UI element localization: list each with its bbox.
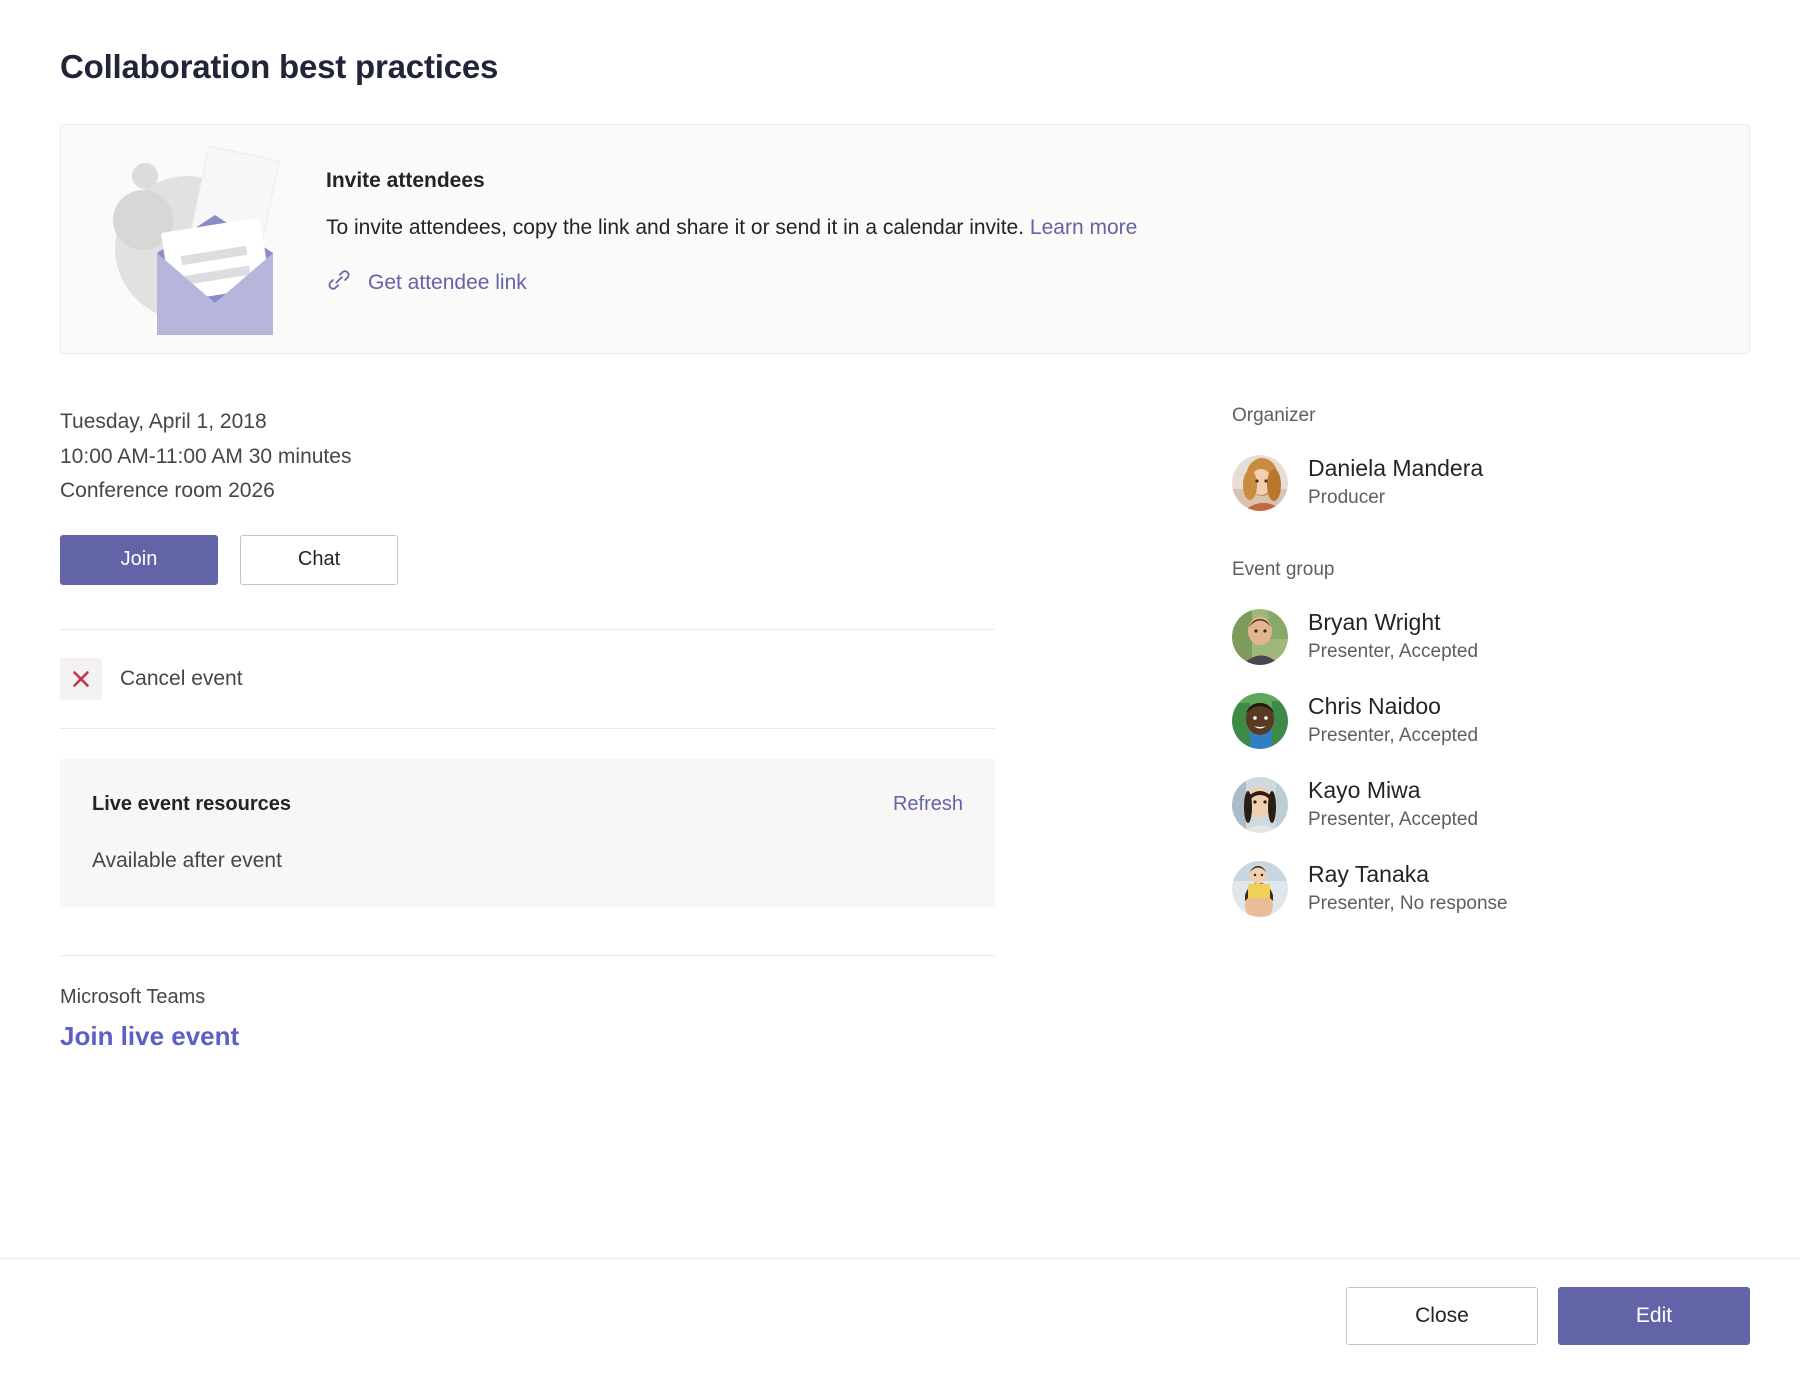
teams-app-name: Microsoft Teams [60, 986, 995, 1009]
member-role: Presenter, No response [1308, 892, 1508, 917]
join-button[interactable]: Join [60, 535, 218, 585]
organizer-section-label: Organizer [1232, 405, 1752, 427]
organizer-text: Daniela Mandera Producer [1308, 456, 1483, 510]
event-details-column: Tuesday, April 1, 2018 10:00 AM-11:00 AM… [60, 405, 995, 1052]
member-role: Presenter, Accepted [1308, 724, 1478, 749]
avatar [1232, 609, 1288, 665]
event-time: 10:00 AM-11:00 AM 30 minutes [60, 440, 995, 475]
list-item[interactable]: Ray Tanaka Presenter, No response [1232, 861, 1752, 917]
member-name: Bryan Wright [1308, 610, 1478, 636]
refresh-link[interactable]: Refresh [893, 793, 963, 816]
organizer-person[interactable]: Daniela Mandera Producer [1232, 455, 1752, 511]
event-group-section-label: Event group [1232, 559, 1752, 581]
close-x-icon [60, 658, 102, 700]
live-event-resources-panel: Live event resources Available after eve… [60, 759, 995, 907]
resources-title: Live event resources [92, 793, 291, 816]
divider-below-cancel [60, 728, 995, 729]
footer-divider [0, 1258, 1800, 1259]
close-button[interactable]: Close [1346, 1287, 1538, 1345]
footer-actions: Close Edit [1346, 1287, 1750, 1345]
learn-more-link[interactable]: Learn more [1030, 216, 1137, 239]
event-details-page: Collaboration best practices [0, 0, 1800, 1400]
list-item-text: Kayo Miwa Presenter, Accepted [1308, 778, 1478, 832]
resources-status: Available after event [92, 849, 282, 873]
invite-banner-heading: Invite attendees [326, 169, 1137, 193]
teams-join-block: Microsoft Teams Join live event [60, 986, 995, 1052]
organizer-role: Producer [1308, 486, 1483, 511]
invite-attendees-banner: Invite attendees To invite attendees, co… [60, 124, 1750, 354]
avatar [1232, 693, 1288, 749]
avatar [1232, 861, 1288, 917]
member-name: Ray Tanaka [1308, 862, 1508, 888]
member-name: Kayo Miwa [1308, 778, 1478, 804]
event-date: Tuesday, April 1, 2018 [60, 405, 995, 440]
list-item-text: Chris Naidoo Presenter, Accepted [1308, 694, 1478, 748]
divider-above-teams [60, 955, 995, 956]
get-attendee-link-label: Get attendee link [368, 271, 527, 295]
page-title: Collaboration best practices [60, 48, 498, 86]
cancel-event-row[interactable]: Cancel event [60, 630, 995, 728]
list-item[interactable]: Chris Naidoo Presenter, Accepted [1232, 693, 1752, 749]
people-column: Organizer [1232, 405, 1752, 917]
member-name: Chris Naidoo [1308, 694, 1478, 720]
get-attendee-link-button[interactable]: Get attendee link [326, 267, 1137, 298]
event-action-buttons: Join Chat [60, 535, 995, 585]
list-item[interactable]: Kayo Miwa Presenter, Accepted [1232, 777, 1752, 833]
chain-link-icon [326, 267, 352, 298]
member-role: Presenter, Accepted [1308, 808, 1478, 833]
member-role: Presenter, Accepted [1308, 640, 1478, 665]
avatar [1232, 455, 1288, 511]
event-location: Conference room 2026 [60, 474, 995, 509]
invite-banner-description: To invite attendees, copy the link and s… [326, 215, 1137, 241]
chat-button[interactable]: Chat [240, 535, 398, 585]
join-live-event-link[interactable]: Join live event [60, 1021, 995, 1052]
cancel-event-label: Cancel event [120, 667, 243, 691]
list-item[interactable]: Bryan Wright Presenter, Accepted [1232, 609, 1752, 665]
list-item-text: Bryan Wright Presenter, Accepted [1308, 610, 1478, 664]
invite-banner-body: Invite attendees To invite attendees, co… [326, 169, 1137, 298]
organizer-name: Daniela Mandera [1308, 456, 1483, 482]
list-item-text: Ray Tanaka Presenter, No response [1308, 862, 1508, 916]
edit-button[interactable]: Edit [1558, 1287, 1750, 1345]
avatar [1232, 777, 1288, 833]
invite-description-text: To invite attendees, copy the link and s… [326, 216, 1024, 239]
envelope-with-letters-illustration [95, 143, 305, 343]
